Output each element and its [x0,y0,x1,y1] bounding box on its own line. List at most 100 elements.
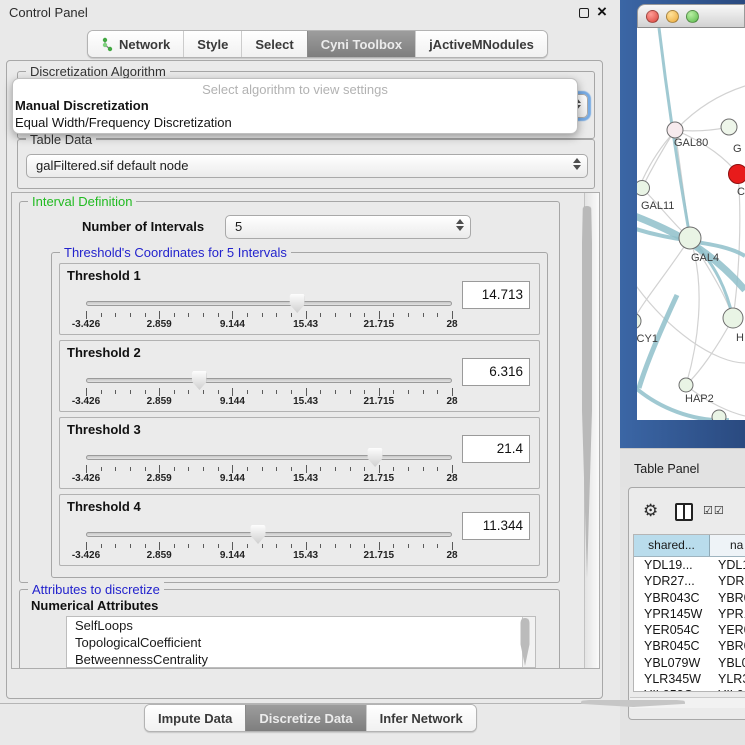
slider-ticks [86,465,452,473]
tab-style[interactable]: Style [183,31,241,57]
top-tab-strip: Network Style Select Cyni Toolbox jActiv… [87,30,548,58]
threshold-value-field[interactable]: 11.344 [462,512,530,540]
tab-select[interactable]: Select [241,31,306,57]
table-data-group: Table Data galFiltered.sif default node [17,139,595,189]
slider-track[interactable] [86,378,452,383]
threshold-value-field[interactable]: 14.713 [462,281,530,309]
tab-infer-network[interactable]: Infer Network [366,705,476,731]
tab-jactivemnodules[interactable]: jActiveMNodules [415,31,547,57]
graph-node[interactable] [723,308,743,328]
network-canvas[interactable]: GAL80 G C GAL11 GAL4 GCY1 H HAP2 [637,28,745,420]
dropdown-prompt: Select algorithm to view settings [13,82,577,97]
attributes-list[interactable]: SelfLoops TopologicalCoefficient Between… [66,616,536,668]
zoom-traffic-light-icon[interactable] [686,10,699,23]
table-row[interactable]: YBR045CYBR0 [634,638,745,654]
bottom-tab-strip: Impute Data Discretize Data Infer Networ… [144,704,477,732]
threshold-row: Threshold 2 -3.4262.8599.14415.4321.7152… [59,340,540,412]
list-item[interactable]: SelfLoops [67,617,535,634]
slider-track[interactable] [86,301,452,306]
attributes-group: Attributes to discretize Numerical Attri… [19,589,560,669]
graph-node[interactable] [667,122,683,138]
threshold-row: Threshold 4 -3.4262.8599.14415.4321.7152… [59,494,540,566]
slider-track[interactable] [86,455,452,460]
node-label: GAL11 [641,200,674,212]
tab-discretize-data[interactable]: Discretize Data [245,705,365,731]
graph-node[interactable] [637,313,641,329]
list-item[interactable]: TopologicalCoefficient [67,634,535,651]
slider-tick-labels: -3.4262.8599.14415.4321.71528 [86,550,452,562]
interval-definition-title: Interval Definition [28,194,136,209]
threshold-row: Threshold 3 -3.4262.8599.14415.4321.7152… [59,417,540,489]
table-panel-title: Table Panel [634,462,699,476]
slider-track[interactable] [86,532,452,537]
scrollbar-thumb[interactable] [582,206,592,578]
threshold-slider[interactable]: -3.4262.8599.14415.4321.71528 [86,528,452,562]
table-row[interactable]: YLR345WYLR3 [634,671,745,687]
column-header-name[interactable]: na [710,535,745,556]
dropdown-option-equal-width-frequency[interactable]: Equal Width/Frequency Discretization [13,114,577,131]
slider-ticks [86,542,452,550]
threshold-slider[interactable]: -3.4262.8599.14415.4321.71528 [86,451,452,485]
tab-cyni-toolbox[interactable]: Cyni Toolbox [307,31,415,57]
threshold-slider[interactable]: -3.4262.8599.14415.4321.71528 [86,297,452,331]
thresholds-group-title: Threshold's Coordinates for 5 Intervals [60,245,291,260]
checkbox-icons[interactable]: ☑☑ [703,504,725,517]
horizontal-scrollbar[interactable] [630,697,745,708]
tab-impute-data[interactable]: Impute Data [145,705,245,731]
graph-node-selected[interactable] [729,165,745,184]
settings-scroll-pane: Interval Definition Number of Intervals … [11,192,600,669]
control-panel-titlebar: Control Panel × [0,0,620,26]
combo-stepper-icon [456,219,464,231]
scrollbar-thumb[interactable] [521,618,530,666]
number-of-intervals-combo[interactable]: 5 [225,215,471,239]
node-attribute-table: shared... na YDL19...YDL1 YDR27...YDR2 Y… [633,534,745,692]
slider-tick-labels: -3.4262.8599.14415.4321.71528 [86,473,452,485]
table-row[interactable]: YDR27...YDR2 [634,573,745,589]
tab-network[interactable]: Network [88,31,183,57]
discretization-algorithm-title: Discretization Algorithm [26,64,170,79]
table-data-combo[interactable]: galFiltered.sif default node [26,154,588,178]
float-window-icon[interactable] [579,8,589,18]
threshold-slider[interactable]: -3.4262.8599.14415.4321.71528 [86,374,452,408]
window-title: Control Panel [9,5,88,20]
node-label: HAP2 [685,393,714,405]
graph-node[interactable] [679,227,701,249]
dropdown-option-manual-discretization[interactable]: Manual Discretization [13,97,577,114]
screenshot-root: Control Panel × Network Style Select Cyn… [0,0,745,745]
table-row[interactable]: YPR145WYPR1 [634,606,745,622]
node-label: H [736,332,744,344]
table-row[interactable]: YDL19...YDL1 [634,557,745,573]
close-icon[interactable]: × [597,2,607,22]
table-row[interactable]: YIL052CYIL0 [634,687,745,692]
algorithm-dropdown-popup: Select algorithm to view settings Manual… [12,78,578,134]
node-label: GAL80 [674,137,708,149]
threshold-label: Threshold 2 [67,345,141,360]
thresholds-group: Threshold's Coordinates for 5 Intervals … [51,252,548,578]
threshold-value-field[interactable]: 6.316 [462,358,530,386]
node-label: G [733,143,742,155]
table-data-title: Table Data [26,132,96,147]
minimize-traffic-light-icon[interactable] [666,10,679,23]
column-selector-icon[interactable] [675,503,693,521]
list-item[interactable]: BetweennessCentrality [67,651,535,668]
list-scrollbar[interactable] [522,617,535,667]
threshold-value-field[interactable]: 21.4 [462,435,530,463]
combo-stepper-icon [573,158,581,170]
column-header-shared[interactable]: shared... [634,535,710,556]
graph-node[interactable] [679,378,693,392]
slider-ticks [86,388,452,396]
table-row[interactable]: YBR043CYBR0 [634,590,745,606]
network-window-titlebar [637,4,745,28]
vertical-scrollbar[interactable] [584,193,599,668]
graph-node[interactable] [712,410,726,420]
graph-node[interactable] [637,181,650,196]
node-label: C [737,186,745,198]
gear-icon[interactable]: ⚙ [643,501,658,521]
table-row[interactable]: YER054CYER0 [634,622,745,638]
numerical-attributes-label: Numerical Attributes [31,598,158,613]
table-row[interactable]: YBL079WYBL0 [634,655,745,671]
attributes-group-title: Attributes to discretize [28,582,164,597]
close-traffic-light-icon[interactable] [646,10,659,23]
network-graph [637,28,745,420]
graph-node[interactable] [721,119,737,135]
